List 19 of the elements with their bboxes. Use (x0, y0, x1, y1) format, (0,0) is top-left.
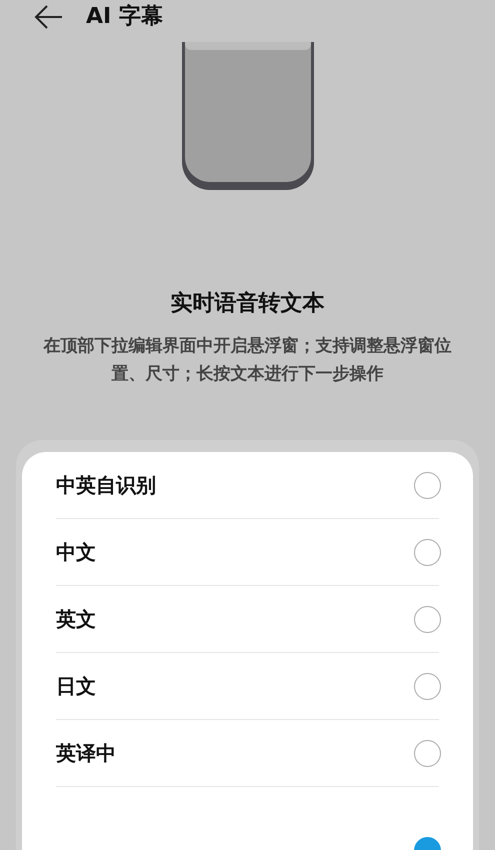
option-row[interactable]: 英译中 (56, 720, 439, 787)
radio-button[interactable] (414, 740, 441, 766)
radio-button[interactable] (414, 538, 441, 566)
option-label: 英译中 (56, 740, 116, 767)
option-label: 中文 (56, 539, 96, 566)
section-description: 在顶部下拉编辑界面中开启悬浮窗；支持调整悬浮窗位置、尺寸；长按文本进行下一步操作 (42, 335, 452, 386)
radio-button[interactable] (414, 672, 441, 700)
option-row[interactable]: 英文 (56, 586, 439, 653)
option-label: 英文 (56, 606, 96, 633)
option-row[interactable]: 日文 (56, 653, 439, 720)
section-title: 实时语音转文本 (170, 290, 324, 318)
option-row[interactable]: 中文 (56, 519, 439, 586)
option-row[interactable]: 中英自识别 (56, 452, 439, 519)
radio-button[interactable] (414, 472, 441, 498)
back-icon[interactable] (34, 4, 64, 30)
page-title: AI 字幕 (86, 2, 163, 31)
option-label: 日文 (56, 673, 96, 700)
radio-button[interactable] (414, 606, 441, 632)
option-label: 中英自识别 (56, 472, 156, 499)
